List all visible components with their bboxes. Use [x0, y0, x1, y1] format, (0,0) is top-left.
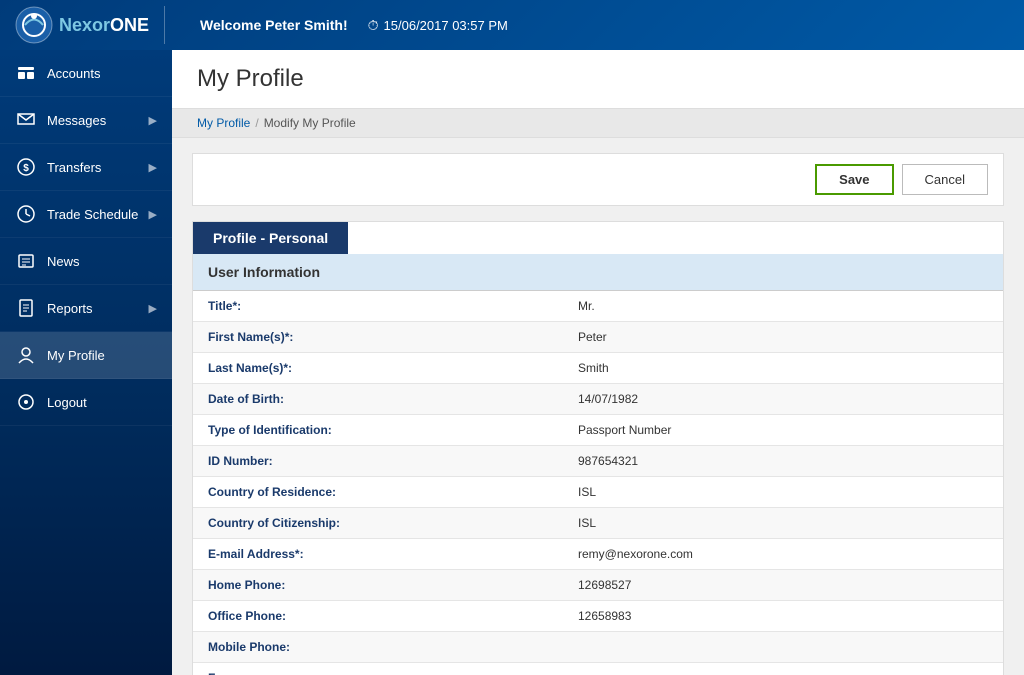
logout-icon	[15, 391, 37, 413]
transfers-arrow-icon: ▶	[149, 161, 157, 174]
profile-field-row: Office Phone:12658983	[193, 601, 1003, 632]
sidebar-item-accounts[interactable]: Accounts	[0, 50, 172, 97]
sidebar-messages-label: Messages	[47, 113, 149, 128]
field-label: Mobile Phone:	[193, 632, 563, 662]
profile-field-row: First Name(s)*:Peter	[193, 322, 1003, 353]
reports-icon	[15, 297, 37, 319]
profile-field-row: Mobile Phone:	[193, 632, 1003, 663]
news-icon	[15, 250, 37, 272]
header-datetime: ⏱ 15/06/2017 03:57 PM	[368, 17, 508, 34]
profile-field-row: Country of Residence:ISL	[193, 477, 1003, 508]
reports-arrow-icon: ▶	[149, 302, 157, 315]
profile-tab: Profile - Personal	[193, 222, 348, 254]
form-toolbar: Save Cancel	[192, 153, 1004, 206]
breadcrumb-separator: /	[255, 116, 258, 130]
field-label: Last Name(s)*:	[193, 353, 563, 383]
main-layout: Accounts Messages ▶ $ Transfers ▶ Trade …	[0, 50, 1024, 675]
logo: NexorONE	[15, 6, 165, 44]
breadcrumb: My Profile / Modify My Profile	[172, 109, 1024, 138]
content-area: My Profile My Profile / Modify My Profil…	[172, 50, 1024, 675]
sidebar-trade-schedule-label: Trade Schedule	[47, 207, 149, 222]
messages-arrow-icon: ▶	[149, 114, 157, 127]
page-title: My Profile	[172, 50, 1024, 109]
field-value: 12658983	[563, 601, 646, 631]
app-header: NexorONE Welcome Peter Smith! ⏱ 15/06/20…	[0, 0, 1024, 50]
trade-schedule-arrow-icon: ▶	[149, 208, 157, 221]
profile-field-row: Home Phone:12698527	[193, 570, 1003, 601]
profile-field-row: Fax:	[193, 663, 1003, 675]
field-label: Fax:	[193, 663, 563, 675]
profile-field-row: Title*:Mr.	[193, 291, 1003, 322]
field-value: Passport Number	[563, 415, 686, 445]
profile-field-row: Date of Birth:14/07/1982	[193, 384, 1003, 415]
sidebar-logout-label: Logout	[47, 395, 157, 410]
sidebar-item-logout[interactable]: Logout	[0, 379, 172, 426]
cancel-button[interactable]: Cancel	[902, 164, 988, 195]
sidebar-item-my-profile[interactable]: My Profile	[0, 332, 172, 379]
user-info-header: User Information	[193, 254, 1003, 291]
messages-icon	[15, 109, 37, 131]
profile-section: Profile - Personal User Information Titl…	[192, 221, 1004, 675]
profile-fields-container: Title*:Mr.First Name(s)*:PeterLast Name(…	[193, 291, 1003, 675]
sidebar: Accounts Messages ▶ $ Transfers ▶ Trade …	[0, 50, 172, 675]
welcome-text: Welcome Peter Smith!	[200, 17, 348, 33]
sidebar-transfers-label: Transfers	[47, 160, 149, 175]
field-value: remy@nexorone.com	[563, 539, 708, 569]
field-value	[563, 663, 593, 675]
profile-field-row: Type of Identification:Passport Number	[193, 415, 1003, 446]
profile-field-row: ID Number:987654321	[193, 446, 1003, 477]
field-label: Office Phone:	[193, 601, 563, 631]
profile-field-row: E-mail Address*:remy@nexorone.com	[193, 539, 1003, 570]
field-value: Smith	[563, 353, 624, 383]
breadcrumb-home[interactable]: My Profile	[197, 116, 250, 130]
field-label: Country of Citizenship:	[193, 508, 563, 538]
profile-field-row: Country of Citizenship:ISL	[193, 508, 1003, 539]
field-label: Title*:	[193, 291, 563, 321]
field-value: ISL	[563, 508, 611, 538]
clock-icon: ⏱	[368, 17, 379, 34]
field-value: ISL	[563, 477, 611, 507]
field-value: 987654321	[563, 446, 653, 476]
sidebar-news-label: News	[47, 254, 157, 269]
save-button[interactable]: Save	[815, 164, 893, 195]
sidebar-item-reports[interactable]: Reports ▶	[0, 285, 172, 332]
field-value: 12698527	[563, 570, 646, 600]
field-label: ID Number:	[193, 446, 563, 476]
trade-schedule-icon	[15, 203, 37, 225]
breadcrumb-current: Modify My Profile	[264, 116, 356, 130]
my-profile-icon	[15, 344, 37, 366]
sidebar-my-profile-label: My Profile	[47, 348, 157, 363]
transfers-icon: $	[15, 156, 37, 178]
profile-field-row: Last Name(s)*:Smith	[193, 353, 1003, 384]
field-label: Country of Residence:	[193, 477, 563, 507]
accounts-icon	[15, 62, 37, 84]
sidebar-reports-label: Reports	[47, 301, 149, 316]
field-value	[563, 632, 593, 662]
field-label: E-mail Address*:	[193, 539, 563, 569]
field-value: 14/07/1982	[563, 384, 653, 414]
user-info-panel: User Information Title*:Mr.First Name(s)…	[193, 254, 1003, 675]
logo-text: NexorONE	[59, 15, 149, 36]
field-label: Home Phone:	[193, 570, 563, 600]
sidebar-item-trade-schedule[interactable]: Trade Schedule ▶	[0, 191, 172, 238]
sidebar-accounts-label: Accounts	[47, 66, 157, 81]
field-label: Date of Birth:	[193, 384, 563, 414]
field-value: Peter	[563, 322, 622, 352]
logo-icon	[15, 6, 53, 44]
sidebar-item-news[interactable]: News	[0, 238, 172, 285]
sidebar-item-transfers[interactable]: $ Transfers ▶	[0, 144, 172, 191]
svg-text:$: $	[23, 163, 29, 174]
content-body: Save Cancel Profile - Personal User Info…	[172, 138, 1024, 675]
field-label: First Name(s)*:	[193, 322, 563, 352]
field-value: Mr.	[563, 291, 610, 321]
field-label: Type of Identification:	[193, 415, 563, 445]
sidebar-item-messages[interactable]: Messages ▶	[0, 97, 172, 144]
